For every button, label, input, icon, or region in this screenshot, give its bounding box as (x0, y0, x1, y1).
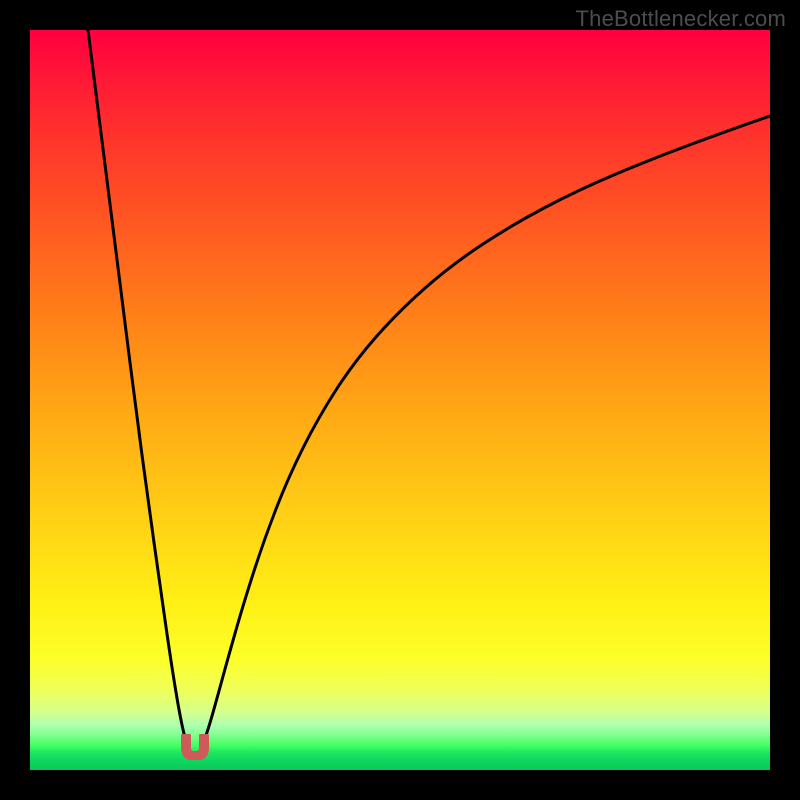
curve-left-branch (88, 30, 188, 746)
curve-right-branch (202, 116, 770, 746)
curve-layer (30, 30, 770, 770)
plot-area (30, 30, 770, 770)
chart-container: TheBottlenecker.com (0, 0, 800, 800)
attribution-text: TheBottlenecker.com (576, 6, 786, 32)
minimum-marker (180, 734, 210, 760)
